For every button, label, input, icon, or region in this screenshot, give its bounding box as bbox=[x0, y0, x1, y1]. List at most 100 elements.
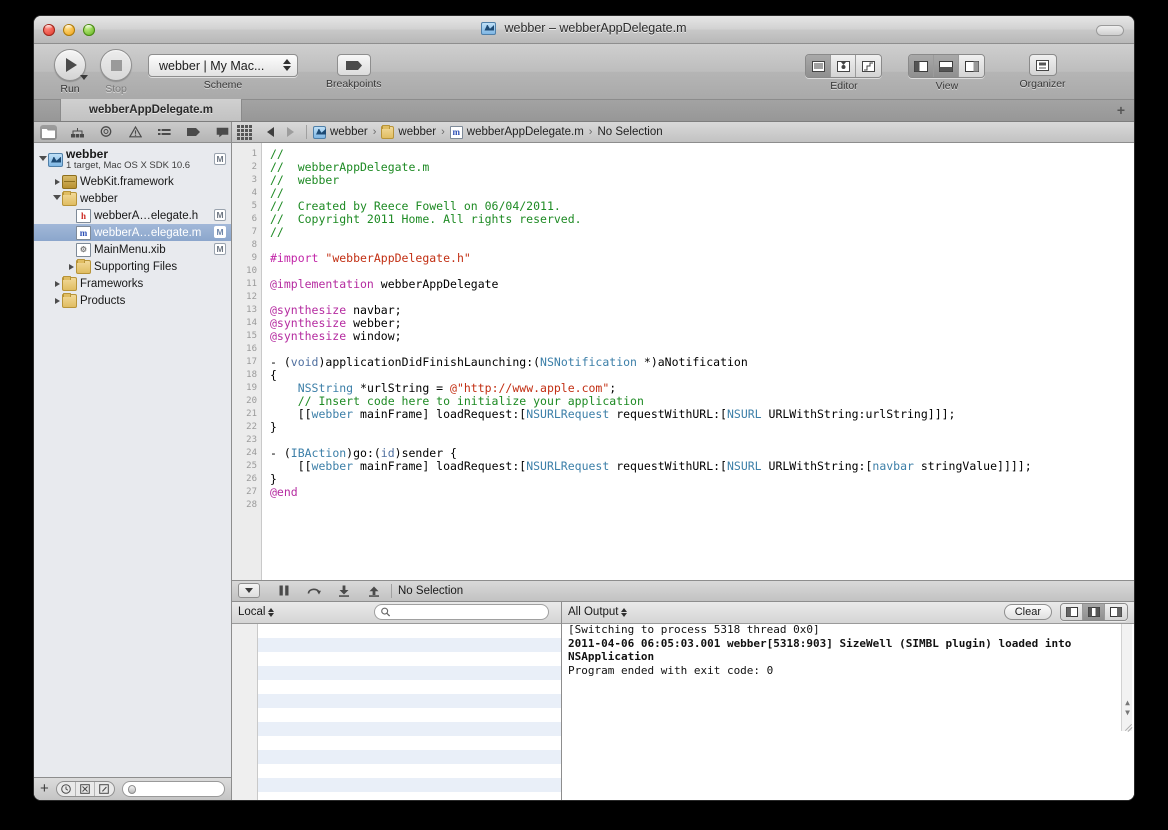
disclosure-triangle[interactable] bbox=[52, 280, 62, 287]
organizer-button[interactable] bbox=[1028, 54, 1057, 76]
breadcrumb-project[interactable]: webber bbox=[313, 125, 368, 139]
project-navigator-icon[interactable] bbox=[40, 124, 57, 140]
test-navigator-icon[interactable] bbox=[156, 125, 173, 140]
variables-row[interactable] bbox=[258, 637, 561, 652]
toggle-navigator-button[interactable] bbox=[909, 55, 935, 77]
breakpoint-navigator-icon[interactable] bbox=[185, 125, 202, 140]
symbol-navigator-icon[interactable] bbox=[69, 125, 86, 140]
code-token: ; bbox=[609, 381, 617, 395]
clear-console-button[interactable]: Clear bbox=[1003, 604, 1052, 620]
search-navigator-icon[interactable] bbox=[98, 125, 115, 140]
tree-row-webkit-framework[interactable]: WebKit.framework bbox=[34, 173, 231, 190]
step-out-button[interactable] bbox=[359, 582, 389, 599]
breadcrumb-folder[interactable]: webber bbox=[381, 124, 437, 139]
disclosure-triangle[interactable] bbox=[38, 155, 48, 164]
variables-row[interactable] bbox=[258, 624, 561, 638]
variables-row[interactable] bbox=[258, 652, 561, 666]
standard-editor-button[interactable] bbox=[806, 55, 832, 77]
breadcrumb-label: webber bbox=[398, 126, 437, 138]
breakpoints-button[interactable] bbox=[336, 54, 371, 76]
tab-webberappdelegate-m[interactable]: webberAppDelegate.m bbox=[60, 99, 242, 121]
tree-row-frameworks[interactable]: Frameworks bbox=[34, 275, 231, 292]
run-button[interactable] bbox=[54, 49, 86, 81]
toggle-utilities-button[interactable] bbox=[959, 55, 985, 77]
console-output[interactable]: Type "show copying" to see the condition… bbox=[562, 623, 1134, 800]
variables-only-button[interactable] bbox=[1061, 604, 1083, 620]
status-badge: M bbox=[214, 153, 226, 165]
console-filter-selector[interactable]: All Output bbox=[568, 606, 627, 618]
issue-navigator-icon[interactable] bbox=[127, 125, 144, 140]
edited-files-icon[interactable] bbox=[95, 782, 114, 796]
variables-search-field[interactable] bbox=[374, 604, 549, 620]
debug-layout-segments[interactable] bbox=[1060, 603, 1128, 621]
project-navigator-tree[interactable]: webber 1 target, Mac OS X SDK 10.6 M Web… bbox=[34, 143, 231, 777]
variables-row[interactable] bbox=[258, 708, 561, 722]
disclosure-triangle[interactable] bbox=[52, 194, 62, 203]
jump-bar: webber › webber › m webberAppDelegate.m … bbox=[232, 122, 1134, 143]
variables-row[interactable] bbox=[258, 736, 561, 750]
variables-row[interactable] bbox=[258, 764, 561, 778]
toggle-debug-area-button[interactable] bbox=[934, 55, 960, 77]
tree-row-products[interactable]: Products bbox=[34, 292, 231, 309]
disclosure-triangle[interactable] bbox=[52, 297, 62, 304]
recent-files-icon[interactable] bbox=[57, 782, 76, 796]
breadcrumb-file[interactable]: m webberAppDelegate.m bbox=[449, 125, 584, 139]
line-number: 11 bbox=[246, 279, 257, 289]
scheme-selector[interactable]: webber | My Mac... bbox=[148, 54, 298, 77]
tree-row-webber-folder[interactable]: webber bbox=[34, 190, 231, 207]
add-tab-button[interactable]: + bbox=[1117, 103, 1125, 117]
toolbar-toggle-button[interactable] bbox=[1096, 25, 1124, 36]
step-over-button[interactable] bbox=[299, 582, 329, 599]
assistant-editor-icon bbox=[836, 60, 850, 72]
variables-table[interactable] bbox=[232, 623, 561, 801]
hide-debug-area-button[interactable] bbox=[238, 583, 260, 598]
log-navigator-icon[interactable] bbox=[214, 125, 231, 140]
console-lines: Type "show copying" to see the condition… bbox=[568, 624, 1120, 678]
disclosure-triangle[interactable] bbox=[66, 263, 76, 270]
variables-scope-selector[interactable]: Local bbox=[238, 606, 274, 618]
code-token: } bbox=[270, 420, 277, 434]
source-code-text[interactable]: //// webberAppDelegate.m// webber//// Cr… bbox=[262, 143, 1134, 580]
tree-row-supporting-files[interactable]: Supporting Files bbox=[34, 258, 231, 275]
view-toggle-segments[interactable] bbox=[908, 54, 986, 78]
console-only-button[interactable] bbox=[1105, 604, 1127, 620]
tree-row-appdelegate-m[interactable]: m webberA…elegate.m M bbox=[34, 224, 231, 241]
tree-row-label: Products bbox=[80, 294, 126, 307]
pause-button[interactable] bbox=[269, 582, 299, 599]
scroll-down-arrow-icon[interactable]: ▼ bbox=[1123, 706, 1132, 720]
go-back-button[interactable] bbox=[260, 127, 280, 137]
breadcrumb-selection[interactable]: No Selection bbox=[597, 126, 662, 138]
variables-row[interactable] bbox=[258, 749, 561, 764]
console-scrollbar[interactable]: ▲ ▼ bbox=[1121, 623, 1132, 731]
disclosure-triangle[interactable] bbox=[52, 178, 62, 185]
variables-row[interactable] bbox=[258, 665, 561, 680]
view-group: View bbox=[908, 54, 986, 92]
console-line: 2011-04-06 06:05:03.001 webber[5318:903]… bbox=[568, 636, 1078, 664]
go-forward-button[interactable] bbox=[280, 127, 300, 137]
navigator-filter-field[interactable] bbox=[121, 781, 225, 797]
editor-mode-segments[interactable] bbox=[805, 54, 883, 78]
add-file-button[interactable]: + bbox=[40, 781, 49, 796]
navigator-filter-input[interactable] bbox=[136, 783, 219, 795]
navigator-scope-segments[interactable] bbox=[55, 781, 115, 797]
variables-row[interactable] bbox=[258, 680, 561, 694]
resize-grip[interactable] bbox=[1122, 719, 1133, 732]
version-editor-button[interactable] bbox=[856, 55, 882, 77]
variables-rows[interactable] bbox=[258, 624, 561, 801]
variables-row[interactable] bbox=[258, 777, 561, 792]
xib-file-icon: ⚙ bbox=[76, 242, 91, 257]
split-view-button[interactable] bbox=[1083, 604, 1105, 620]
assistant-editor-button[interactable] bbox=[831, 55, 857, 77]
source-editor[interactable]: 1 2 3 4 5 6 7 8 9 10 11 12 13 14 15 16 17 18 19 20 21 22 23 24 2… bbox=[232, 143, 1134, 580]
variables-row[interactable] bbox=[258, 693, 561, 708]
code-token: @"http://www.apple.com" bbox=[450, 381, 610, 395]
tree-row-appdelegate-h[interactable]: h webberA…elegate.h M bbox=[34, 207, 231, 224]
variables-search-input[interactable] bbox=[394, 606, 542, 618]
tree-row-mainmenu-xib[interactable]: ⚙ MainMenu.xib M bbox=[34, 241, 231, 258]
step-into-button[interactable] bbox=[329, 582, 359, 599]
variables-row[interactable] bbox=[258, 721, 561, 736]
unsaved-files-icon[interactable] bbox=[76, 782, 95, 796]
tree-row-project[interactable]: webber 1 target, Mac OS X SDK 10.6 M bbox=[34, 146, 231, 173]
related-items-icon[interactable] bbox=[237, 124, 252, 140]
stop-button[interactable] bbox=[100, 49, 132, 81]
